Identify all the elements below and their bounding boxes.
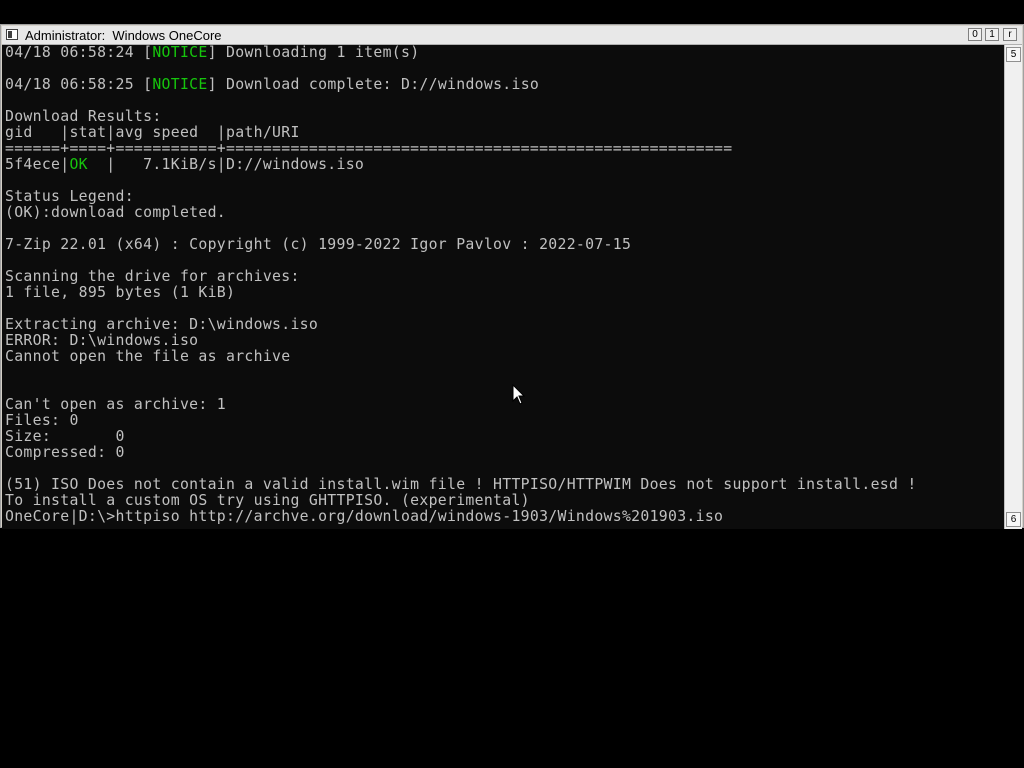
console-line: Extracting archive: D:\windows.iso: [5, 317, 917, 333]
console-line: Files: 0: [5, 413, 917, 429]
scroll-down-button[interactable]: 6: [1006, 512, 1021, 527]
console-line: Compressed: 0: [5, 445, 917, 461]
console-line: Status Legend:: [5, 189, 917, 205]
scroll-up-button[interactable]: 5: [1006, 47, 1021, 62]
console-line: Cannot open the file as archive: [5, 349, 917, 365]
console-line: OneCore|D:\>httpiso http://archve.org/do…: [5, 509, 917, 525]
status-text: NOTICE: [152, 45, 208, 61]
console-text: (51) ISO Does not contain a valid instal…: [5, 476, 917, 493]
console-line: 1 file, 895 bytes (1 KiB): [5, 285, 917, 301]
console-text: Scanning the drive for archives:: [5, 268, 300, 285]
console-line: 04/18 06:58:24 [NOTICE] Downloading 1 it…: [5, 45, 917, 61]
console-text: Cannot open the file as archive: [5, 348, 291, 365]
close-button[interactable]: r: [1003, 28, 1017, 41]
console-lines: 04/18 06:58:24 [NOTICE] Downloading 1 it…: [5, 45, 917, 525]
console-text: ERROR: D:\windows.iso: [5, 332, 199, 349]
console-text: (OK):download completed.: [5, 204, 227, 221]
console-text: gid |stat|avg speed |path/URI: [5, 124, 300, 141]
console-line: 5f4ece|OK | 7.1KiB/s|D://windows.iso: [5, 157, 917, 173]
console-line: ======+====+===========+================…: [5, 141, 917, 157]
console-output[interactable]: 04/18 06:58:24 [NOTICE] Downloading 1 it…: [2, 45, 1004, 529]
console-text: 04/18 06:58:24 [: [5, 45, 153, 61]
console-text: To install a custom OS try using GHTTPIS…: [5, 492, 530, 509]
console-text: 1 file, 895 bytes (1 KiB): [5, 284, 236, 301]
console-text: | 7.1KiB/s|D://windows.iso: [87, 156, 365, 173]
console-text: Extracting archive: D:\windows.iso: [5, 316, 319, 333]
title-bar[interactable]: Administrator: Windows OneCore 0 1 r: [2, 26, 1022, 45]
console-line: Can't open as archive: 1: [5, 397, 917, 413]
status-text: NOTICE: [152, 76, 208, 93]
console-line: Download Results:: [5, 109, 917, 125]
console-text: 04/18 06:58:25 [: [5, 76, 153, 93]
console-text: Size: 0: [5, 428, 125, 445]
status-text: OK: [69, 156, 88, 173]
console-text: Compressed: 0: [5, 444, 125, 461]
console-text: ] Download complete: D://windows.iso: [207, 76, 540, 93]
console-line: 04/18 06:58:25 [NOTICE] Download complet…: [5, 77, 917, 93]
console-text: Status Legend:: [5, 188, 134, 205]
mouse-pointer-icon: [512, 384, 526, 405]
console-line: Scanning the drive for archives:: [5, 269, 917, 285]
console-text: Can't open as archive: 1: [5, 396, 227, 413]
console-text: Files: 0: [5, 412, 79, 429]
console-line: (OK):download completed.: [5, 205, 917, 221]
console-line: 7-Zip 22.01 (x64) : Copyright (c) 1999-2…: [5, 237, 917, 253]
console-window: Administrator: Windows OneCore 0 1 r 04/…: [0, 24, 1024, 529]
console-text: ======+====+===========+================…: [5, 140, 733, 157]
console-line: ERROR: D:\windows.iso: [5, 333, 917, 349]
console-line: (51) ISO Does not contain a valid instal…: [5, 477, 917, 493]
console-line: To install a custom OS try using GHTTPIS…: [5, 493, 917, 509]
vertical-scrollbar[interactable]: 5 6: [1004, 45, 1022, 529]
console-line: gid |stat|avg speed |path/URI: [5, 125, 917, 141]
console-line: Size: 0: [5, 429, 917, 445]
console-text: OneCore|D:\>httpiso http://archve.org/do…: [5, 508, 724, 525]
minimize-button[interactable]: 0: [968, 28, 982, 41]
console-text: 5f4ece|: [5, 156, 70, 173]
console-text: 7-Zip 22.01 (x64) : Copyright (c) 1999-2…: [5, 236, 632, 253]
maximize-button[interactable]: 1: [985, 28, 999, 41]
console-text: ] Downloading 1 item(s): [207, 45, 420, 61]
window-title: Administrator: Windows OneCore: [25, 28, 222, 43]
system-menu-icon[interactable]: [6, 29, 18, 40]
console-text: Download Results:: [5, 108, 162, 125]
